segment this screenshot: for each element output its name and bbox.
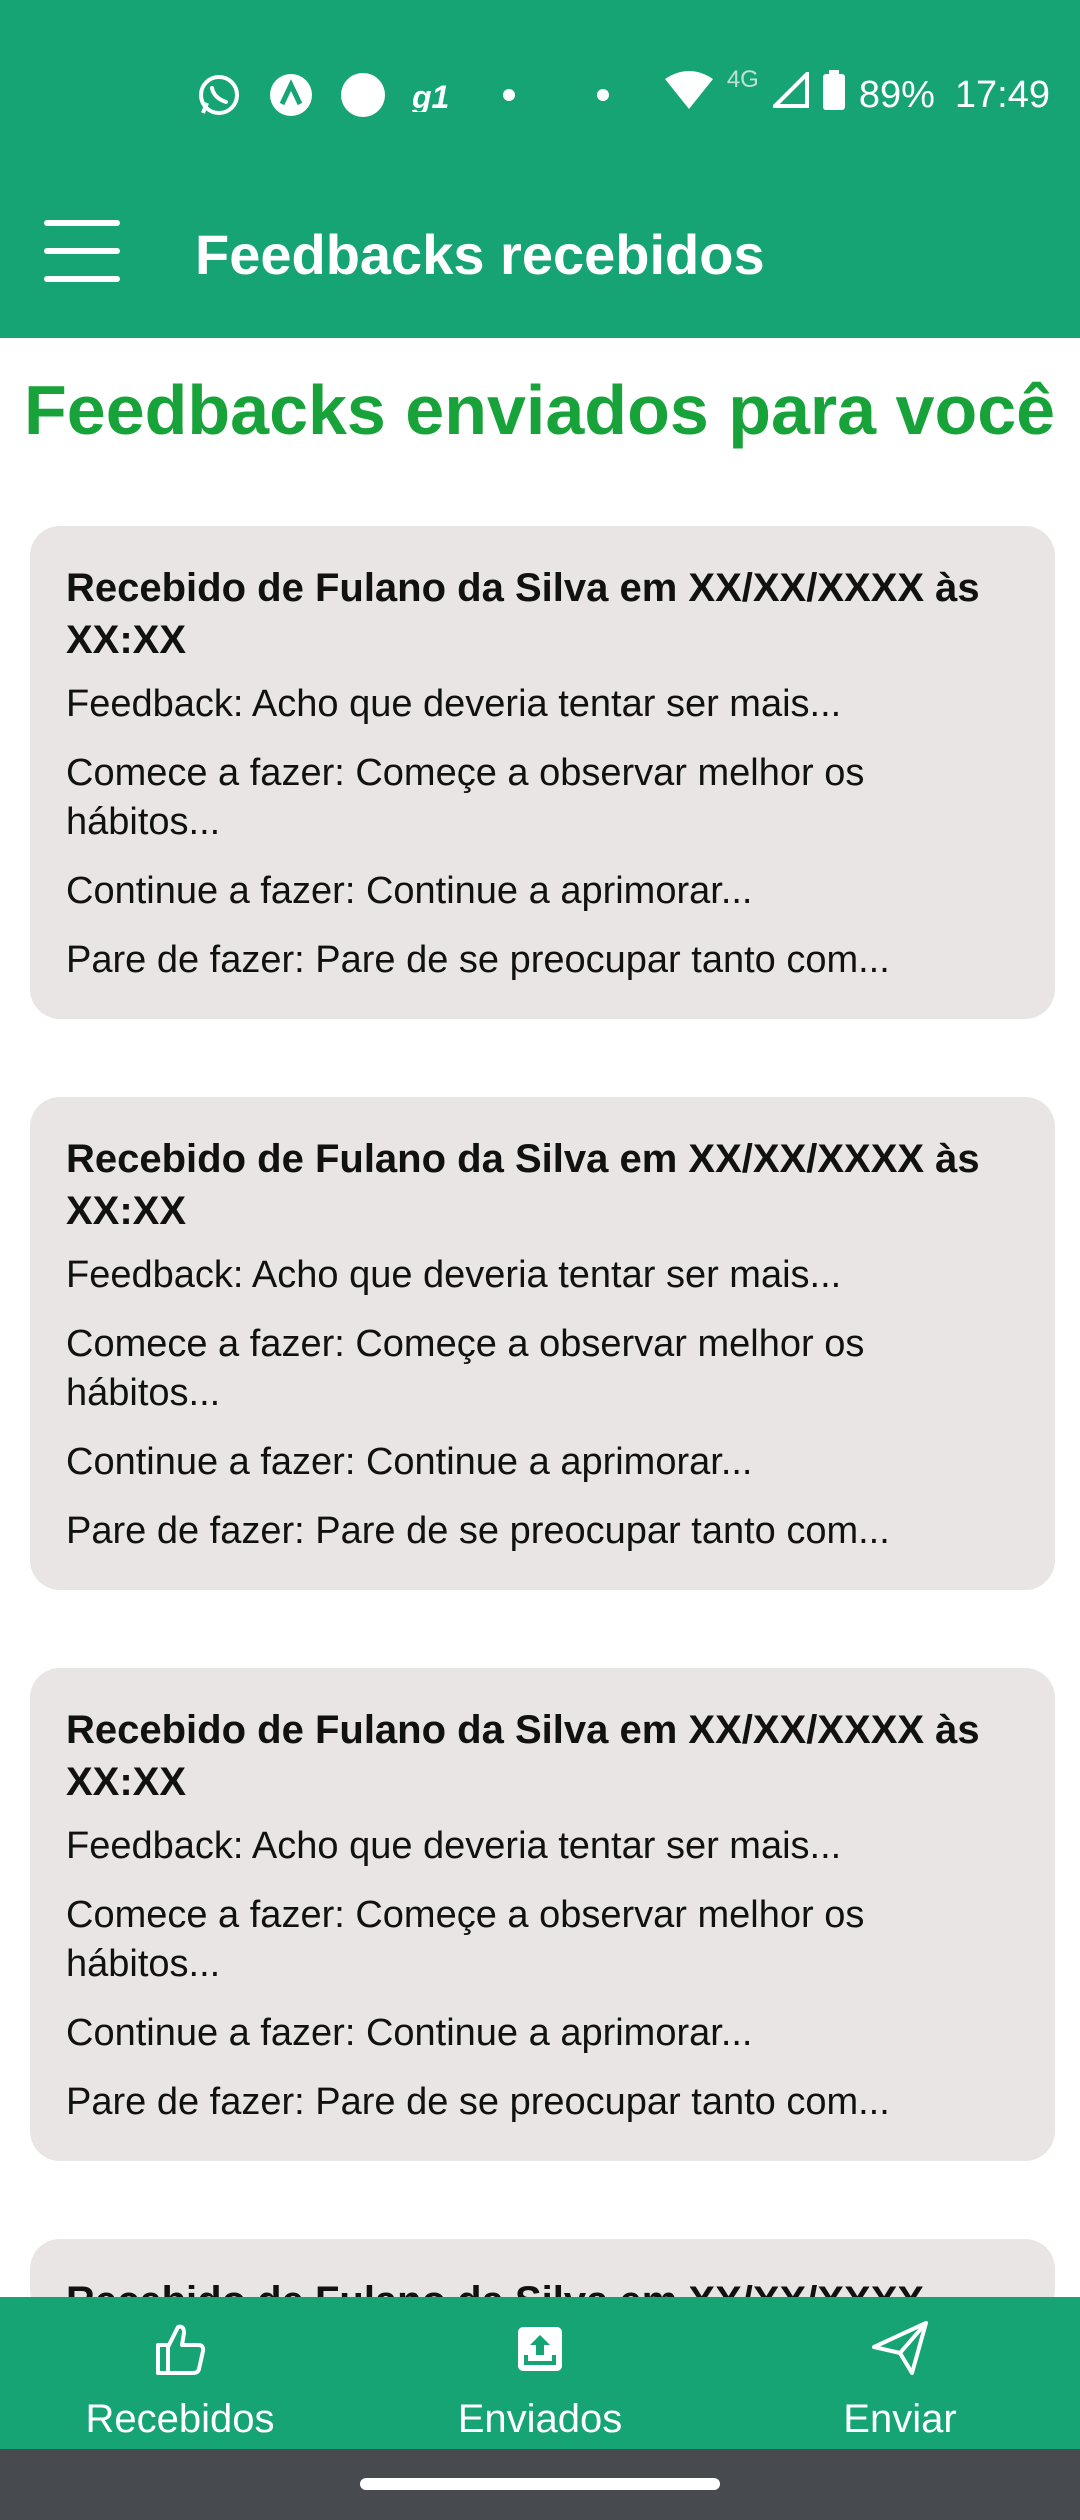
nav-label: Enviados xyxy=(457,2397,623,2441)
feedback-card-title: Recebido de Fulano da Silva em XX/XX/XXX… xyxy=(66,1708,980,1804)
dot-icon xyxy=(502,89,516,101)
stop-doing-text: Pare de fazer: Pare de se preocupar tant… xyxy=(66,2081,890,2123)
whatsapp-icon xyxy=(196,73,242,117)
stop-doing-text: Pare de fazer: Pare de se preocupar tant… xyxy=(66,939,890,981)
bottom-navigation: Recebidos Enviados Enviar xyxy=(0,2297,1080,2449)
continue-doing-text: Continue a fazer: Continue a aprimorar..… xyxy=(66,2012,753,2054)
status-bar: g1 4G 89% 17:49 xyxy=(0,0,1080,190)
nav-item-recebidos[interactable]: Recebidos xyxy=(0,2297,360,2449)
nav-item-enviados[interactable]: Enviados xyxy=(360,2297,720,2449)
status-indicators: 4G 89% 17:49 xyxy=(664,60,1050,130)
upload-box-icon xyxy=(518,2327,562,2371)
menu-line xyxy=(44,248,120,254)
clock: 17:49 xyxy=(954,73,1050,116)
start-doing-text: Comece a fazer: Começe a observar melhor… xyxy=(66,752,865,843)
thumbs-up-icon xyxy=(156,2324,206,2375)
menu-line xyxy=(44,276,120,282)
feedback-card[interactable]: Recebido de Fulano da Silva em XX/XX/XXX… xyxy=(30,526,1055,1019)
battery-icon xyxy=(822,70,845,120)
g1-icon: g1 xyxy=(412,78,462,112)
feedback-text: Feedback: Acho que deveria tentar ser ma… xyxy=(66,683,842,725)
dot-icon xyxy=(596,89,610,101)
feedback-text: Feedback: Acho que deveria tentar ser ma… xyxy=(66,1254,842,1296)
svg-text:g1: g1 xyxy=(412,79,449,112)
start-doing-text: Comece a fazer: Começe a observar melhor… xyxy=(66,1323,865,1414)
feedback-text: Feedback: Acho que deveria tentar ser ma… xyxy=(66,1825,842,1867)
network-type: 4G xyxy=(726,66,759,93)
send-icon xyxy=(872,2321,928,2375)
notification-icons: g1 xyxy=(196,60,610,130)
stop-doing-text: Pare de fazer: Pare de se preocupar tant… xyxy=(66,1510,890,1552)
app-icon xyxy=(268,73,314,117)
feedback-card[interactable]: Recebido de Fulano da Silva em XX/XX/XXX… xyxy=(30,1668,1055,2161)
page-heading: Feedbacks enviados para você xyxy=(24,371,1056,449)
signal-icon xyxy=(770,69,809,118)
nav-label: Enviar xyxy=(843,2397,957,2441)
start-doing-text: Comece a fazer: Começe a observar melhor… xyxy=(66,1894,865,1985)
feedback-card-title: Recebido de Fulano da Silva em XX/XX/XXX… xyxy=(66,566,980,662)
feedback-card-title: Recebido de Fulano da Silva em XX/XX/XXX… xyxy=(66,1137,980,1233)
circle-icon xyxy=(340,72,386,118)
continue-doing-text: Continue a fazer: Continue a aprimorar..… xyxy=(66,870,753,912)
nav-item-enviar[interactable]: Enviar xyxy=(720,2297,1080,2449)
wifi-icon xyxy=(664,71,713,119)
feedback-card[interactable]: Recebido de Fulano da Silva em XX/XX/XXX… xyxy=(30,1097,1055,1590)
menu-line xyxy=(44,220,120,226)
nav-label: Recebidos xyxy=(85,2397,275,2441)
menu-icon[interactable] xyxy=(44,220,120,282)
continue-doing-text: Continue a fazer: Continue a aprimorar..… xyxy=(66,1441,753,1483)
home-gesture-handle[interactable] xyxy=(360,2478,720,2490)
battery-percent: 89% xyxy=(858,73,935,116)
app-bar-title: Feedbacks recebidos xyxy=(195,223,765,286)
system-navigation-bar xyxy=(0,2449,1080,2520)
